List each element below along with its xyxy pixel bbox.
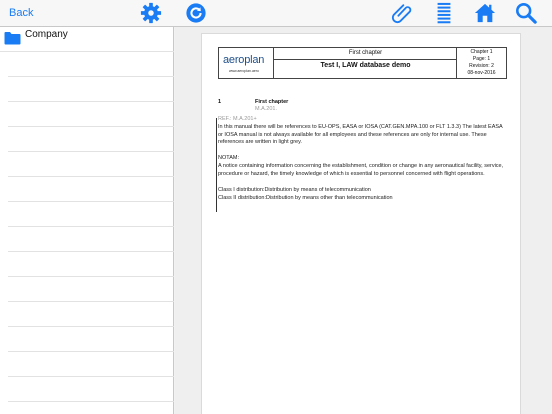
list-item [8,302,174,327]
list-icon[interactable] [433,2,455,24]
list-item [8,327,174,352]
reference-line: REF.: M.A.201+ [218,116,257,122]
paragraph-intro: In this manual there will be references … [218,124,503,146]
header-page: Page: 1 [472,56,491,62]
company-logo: aeroplan www.aeroplan.aero [219,48,274,78]
section-number: 1 [218,99,222,105]
sidebar: Company [0,27,174,414]
class-two-distribution: Class II distribution:Distribution by me… [218,195,393,201]
list-item [8,52,174,77]
logo-text: aeroplan [223,54,265,66]
list-item [8,277,174,302]
document-page: aeroplan www.aeroplan.aero First chapter… [201,33,521,414]
section-reference: M.A.201. [255,106,278,112]
section-title: First chapter [255,99,289,105]
list-item [8,152,174,177]
header-date: 08-nov-2016 [467,70,496,76]
header-section: First chapter [274,48,457,60]
header-revision: Revision: 2 [469,63,494,69]
header-title: Test I, LAW database demo [320,62,411,69]
folder-icon [4,31,21,45]
change-bar [216,118,217,212]
header-chapter: Chapter 1 [470,49,493,55]
back-button[interactable]: Back [9,7,33,19]
list-item [8,252,174,277]
search-icon[interactable] [515,2,537,24]
list-item [8,377,174,402]
header-meta: Chapter 1 Page: 1 Revision: 2 08-nov-201… [457,49,506,77]
list-item [8,352,174,377]
toolbar: Back [0,0,552,27]
header-title-block: First chapter Test I, LAW database demo [274,48,457,78]
class-one-distribution: Class I distribution:Distribution by mea… [218,187,371,193]
document-viewer[interactable]: aeroplan www.aeroplan.aero First chapter… [175,27,552,414]
home-icon[interactable] [474,2,496,24]
settings-icon[interactable] [140,2,162,24]
attachment-icon[interactable] [391,2,413,24]
list-item [8,127,174,152]
document-header: aeroplan www.aeroplan.aero First chapter… [218,47,507,79]
app-window: Back Company aeroplan www.aeroplan.aero … [0,0,552,414]
list-item [8,202,174,227]
list-item [8,227,174,252]
notam-definition: A notice containing information concerni… [218,163,504,177]
sync-icon[interactable] [185,2,207,24]
logo-url: www.aeroplan.aero [229,69,259,73]
list-item [8,177,174,202]
sidebar-item-label: Company [25,29,68,40]
list-item [8,77,174,102]
sidebar-item-company[interactable]: Company [0,27,174,52]
notam-heading: NOTAM: [218,155,239,161]
list-item [8,102,174,127]
